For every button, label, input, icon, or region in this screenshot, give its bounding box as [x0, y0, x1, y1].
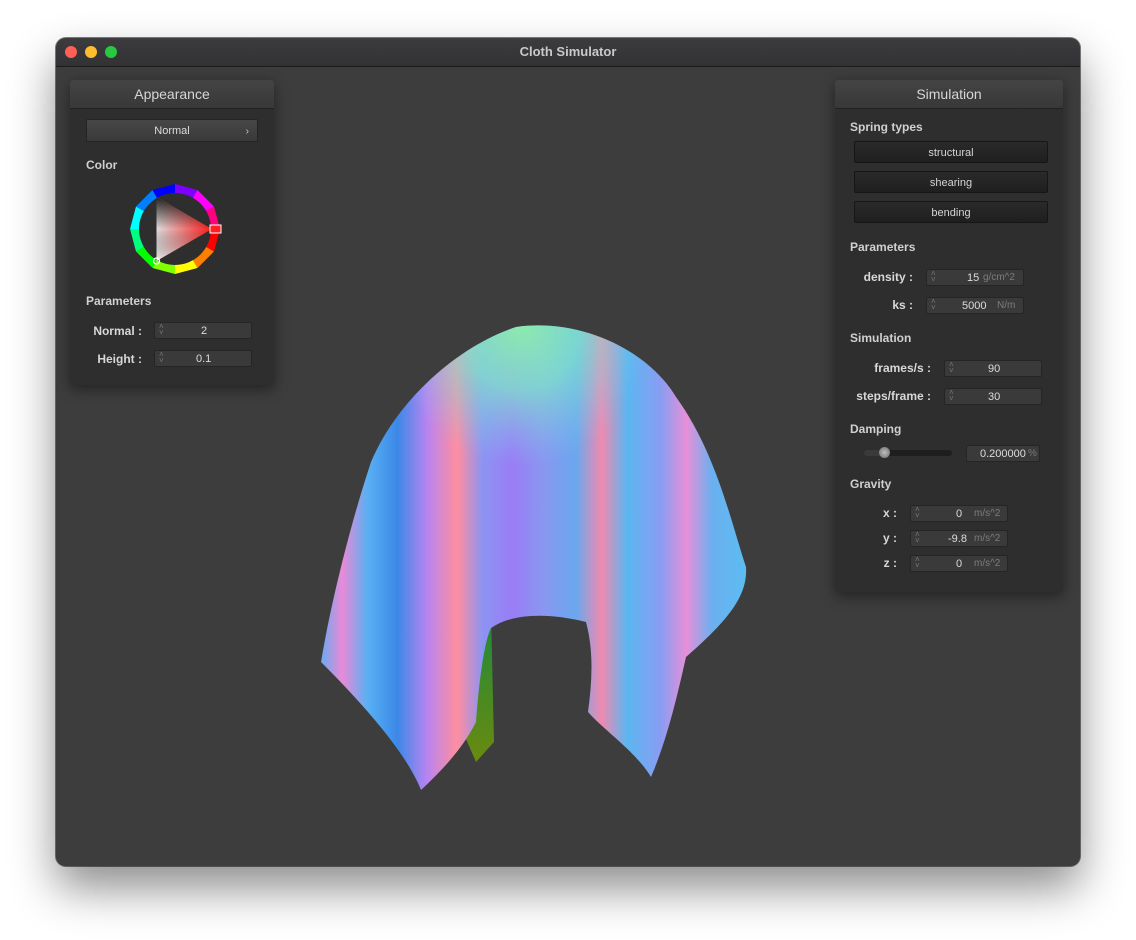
spinner-icon[interactable]: ˄ ˅: [949, 389, 954, 403]
simulation-panel-title: Simulation: [835, 80, 1063, 109]
spinner-icon[interactable]: ˄ ˅: [159, 323, 164, 337]
density-label: density :: [863, 270, 913, 284]
appearance-parameters-label: Parameters: [86, 294, 152, 308]
gravity-y-label: y :: [882, 531, 897, 545]
shader-dropdown[interactable]: Normal ›: [86, 119, 258, 142]
cloth-top-highlight: [321, 325, 747, 790]
cloth-mesh[interactable]: [316, 322, 756, 797]
title-bar: Cloth Simulator: [56, 38, 1080, 67]
bending-spring-toggle[interactable]: bending: [854, 201, 1048, 223]
fps-label: frames/s :: [874, 361, 931, 375]
gravity-y-input[interactable]: ˄ ˅ -9.8 m/s^2: [910, 530, 1008, 547]
simulation-panel: Simulation Spring types structural shear…: [835, 80, 1063, 592]
damping-slider-knob[interactable]: [879, 447, 891, 458]
spinner-icon[interactable]: ˄ ˅: [915, 556, 920, 570]
gravity-z-input[interactable]: ˄ ˅ 0 m/s^2: [910, 555, 1008, 572]
spring-types-label: Spring types: [850, 120, 923, 134]
shearing-spring-toggle[interactable]: shearing: [854, 171, 1048, 193]
spinner-icon[interactable]: ˄ ˅: [159, 351, 164, 365]
chevron-right-icon: ›: [245, 126, 249, 137]
damping-slider-track[interactable]: [864, 447, 952, 458]
height-param-input[interactable]: ˄ ˅ 0.1: [154, 350, 252, 367]
steps-per-frame-input[interactable]: ˄ ˅ 30: [944, 388, 1042, 405]
color-wheel[interactable]: [126, 180, 224, 278]
damping-label: Damping: [850, 422, 902, 436]
spinner-icon[interactable]: ˄ ˅: [915, 531, 920, 545]
gravity-label: Gravity: [850, 477, 892, 491]
color-label: Color: [86, 158, 118, 172]
window-title: Cloth Simulator: [519, 44, 617, 59]
spinner-icon[interactable]: ˄ ˅: [931, 298, 936, 312]
spinner-icon[interactable]: ˄ ˅: [915, 506, 920, 520]
fps-input[interactable]: ˄ ˅ 90: [944, 360, 1042, 377]
normal-param-input[interactable]: ˄ ˅ 2: [154, 322, 252, 339]
shader-dropdown-value: Normal: [154, 125, 190, 137]
simulation-section-label: Simulation: [850, 331, 912, 345]
gravity-x-input[interactable]: ˄ ˅ 0 m/s^2: [910, 505, 1008, 522]
spinner-icon[interactable]: ˄ ˅: [931, 270, 936, 284]
appearance-panel: Appearance Normal › Color Parameters Nor…: [70, 80, 274, 385]
spinner-icon[interactable]: ˄ ˅: [949, 361, 954, 375]
appearance-panel-title: Appearance: [70, 80, 274, 109]
normal-param-label: Normal :: [93, 324, 142, 338]
ks-input[interactable]: ˄ ˅ 5000 N/m: [926, 297, 1024, 314]
sim-parameters-label: Parameters: [850, 240, 916, 254]
ks-label: ks :: [892, 298, 913, 312]
density-input[interactable]: ˄ ˅ 15 g/cm^2: [926, 269, 1024, 286]
app-window: Cloth Simulator Appearance Normal › Colo…: [56, 38, 1080, 866]
height-param-label: Height :: [97, 352, 142, 366]
steps-per-frame-label: steps/frame :: [856, 389, 931, 403]
structural-spring-toggle[interactable]: structural: [854, 141, 1048, 163]
gravity-x-label: x :: [882, 506, 897, 520]
gravity-z-label: z :: [883, 556, 897, 570]
damping-input[interactable]: 0.200000 %: [966, 445, 1040, 462]
